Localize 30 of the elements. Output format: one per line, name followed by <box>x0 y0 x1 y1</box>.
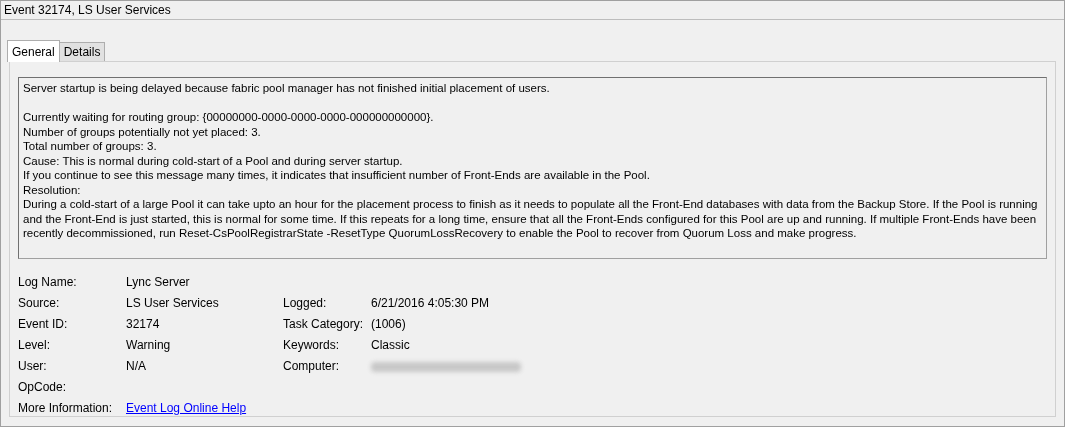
property-label: Keywords: <box>283 338 340 353</box>
property-value: 6/21/2016 4:05:30 PM <box>371 296 490 311</box>
message-text: Total number of groups: 3. <box>23 139 158 154</box>
property-label: Computer: <box>283 359 340 374</box>
property-value: (1006) <box>371 317 406 332</box>
help-link[interactable]: Event Log Online Help <box>126 401 247 416</box>
property-label: User: <box>18 359 47 374</box>
property-label: OpCode: <box>18 380 67 395</box>
property-label: Log Name: <box>18 275 77 290</box>
property-label: Logged: <box>283 296 327 311</box>
message-text: Cause: This is normal during cold-start of a Pool and during server startup. <box>23 153 404 168</box>
message-text: Number of groups potentially not yet placed: 3. <box>23 124 262 139</box>
tab[interactable]: Details <box>59 42 106 61</box>
property-value: LS User Services <box>126 296 219 311</box>
property-label: More Information: <box>18 401 113 416</box>
property-label: Level: <box>18 338 51 353</box>
property-value: Classic <box>371 338 410 353</box>
message-text: Server startup is being delayed because fabric pool manager has not finished initial placement of users. <box>23 81 551 96</box>
property-label: Task Category: <box>283 317 364 332</box>
property-value: Warning <box>126 338 171 353</box>
property-label: Source: <box>18 296 60 311</box>
property-value: Lync Server <box>126 275 190 290</box>
property-value: N/A <box>126 359 146 374</box>
message-text: Resolution: <box>23 182 82 197</box>
property-label: Event ID: <box>18 317 68 332</box>
message-text: During a cold-start of a large Pool it can take upto an hour for the placement process to finish as it needs to populate all the Front-End databases with data from the Backup Store. If the Pool is running and the Front-End is just started, this is normal for some time. If this repeats for a long time, ensure that all the Front-Ends configured for this Pool are up and running. If multiple Front-Ends have been recently decommissioned, run Reset-CsPoolRegistrarState -ResetType QuorumLossRecovery to enable the Pool to recover from Quorum Loss and make progress. <box>23 197 1039 241</box>
message-text: If you continue to see this message many times, it indicates that insufficient number of Front-Ends are available in the Pool. <box>23 168 651 183</box>
property-value: 32174 <box>126 317 160 332</box>
message-text: Currently waiting for routing group: {00000000-0000-0000-0000-000000000000}. <box>23 110 435 125</box>
tab[interactable]: General <box>7 40 60 62</box>
